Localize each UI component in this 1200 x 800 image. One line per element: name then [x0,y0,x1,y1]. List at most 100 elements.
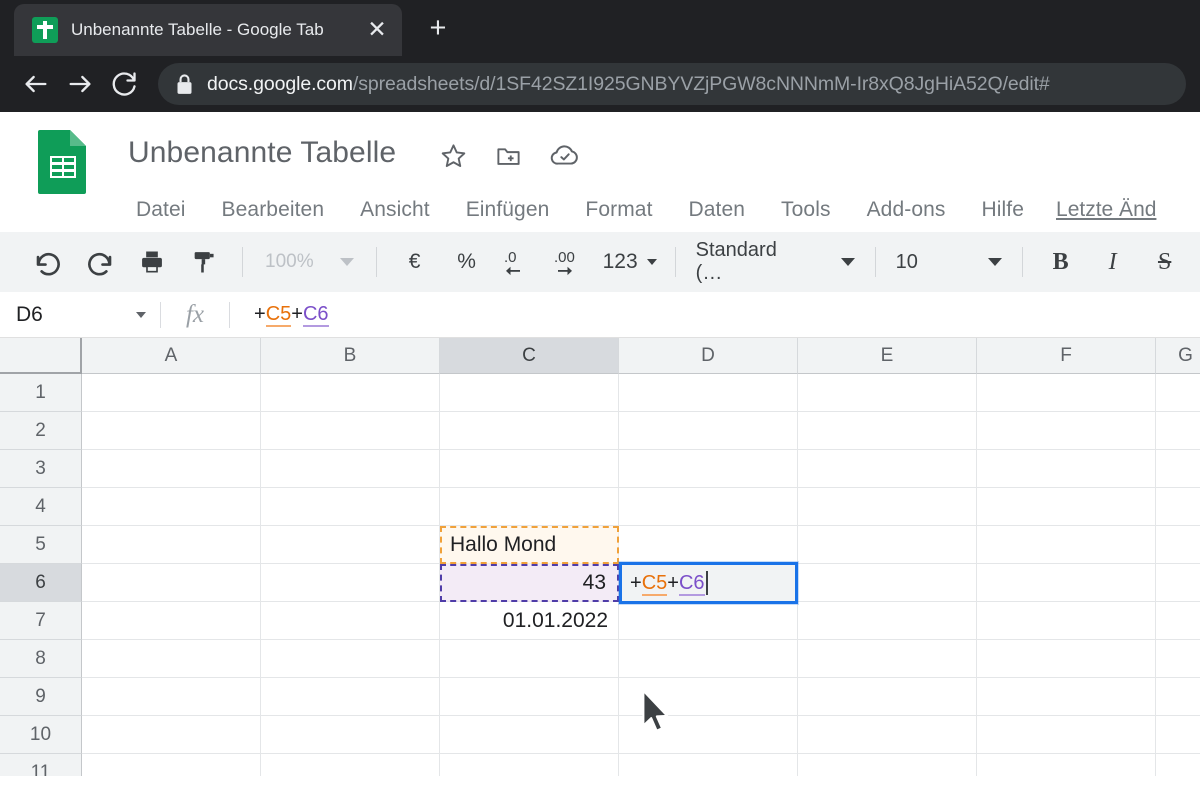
redo-icon[interactable] [74,239,126,285]
paint-format-icon[interactable] [178,239,230,285]
gridline [82,411,1200,412]
gridline [82,715,1200,716]
toolbar-divider [874,247,876,277]
cell-editor-text: +C5+C6 [630,571,705,596]
document-title[interactable]: Unbenannte Tabelle [128,136,396,170]
spreadsheet-grid[interactable]: A B C D E F G 1 2 3 4 5 6 7 8 9 10 11 Ha… [0,338,1200,776]
cell-token-op1: + [630,571,642,594]
menu-datei[interactable]: Datei [118,198,204,222]
font-size-value: 10 [895,250,918,273]
row-header-7[interactable]: 7 [0,602,82,640]
url-host: docs.google.com [207,72,353,95]
column-header-a[interactable]: A [82,338,261,374]
zoom-select[interactable]: 100% [255,251,364,273]
formula-token-op2: + [291,303,303,325]
currency-format-button[interactable]: € [389,239,441,285]
formula-token-op1: + [254,303,266,325]
font-family-value: Standard (… [695,239,777,284]
column-header-g[interactable]: G [1156,338,1200,374]
omnibar-row: docs.google.com/spreadsheets/d/1SF42SZ1I… [0,56,1200,112]
more-formats-button[interactable]: 123 [597,250,663,274]
google-sheets-logo-icon [36,128,90,196]
cell-token-ref-c6: C6 [678,571,705,596]
menu-hilfe[interactable]: Hilfe [964,198,1043,222]
menu-einfuegen[interactable]: Einfügen [448,198,568,222]
more-formats-label: 123 [602,250,638,273]
sheets-header: Unbenannte Tabelle Datei Bearbeiten Ansi… [0,112,1200,232]
column-header-d[interactable]: D [619,338,798,374]
font-family-select[interactable]: Standard (… [688,239,863,285]
star-icon[interactable] [440,142,467,169]
formula-input[interactable]: +C5+C6 [230,303,1200,327]
formula-bar: D6 fx +C5+C6 [0,292,1200,338]
browser-tab[interactable]: Unbenannte Tabelle - Google Tab ✕ [14,4,402,56]
tab-title: Unbenannte Tabelle - Google Tab [71,20,324,39]
undo-icon[interactable] [22,239,74,285]
row-header-2[interactable]: 2 [0,412,82,450]
back-arrow-icon[interactable] [14,62,58,106]
browser-chrome: Unbenannte Tabelle - Google Tab ✕ + docs… [0,0,1200,112]
sheets-favicon-icon [32,17,58,43]
cell-token-ref-c5: C5 [641,571,668,596]
column-header-f[interactable]: F [977,338,1156,374]
chevron-down-icon [339,258,354,266]
strikethrough-button[interactable]: S [1139,239,1191,285]
active-cell-d6[interactable]: +C5+C6 [619,562,798,604]
row-header-8[interactable]: 8 [0,640,82,678]
gridline [82,525,1200,526]
cell-c6[interactable]: 43 [444,564,612,602]
row-header-10[interactable]: 10 [0,716,82,754]
zoom-value: 100% [265,251,314,272]
lock-icon [176,73,193,95]
increase-decimal-button[interactable]: .00 [545,239,597,285]
row-header-1[interactable]: 1 [0,374,82,412]
bold-button[interactable]: B [1035,239,1087,285]
fx-icon: fx [185,300,205,328]
row-header-5[interactable]: 5 [0,526,82,564]
cell-c7[interactable]: 01.01.2022 [440,602,614,640]
formatting-toolbar: 100% € % .0 .00 123 Standard (… 10 B I S… [0,232,1200,292]
forward-arrow-icon[interactable] [58,62,102,106]
decrease-decimal-button[interactable]: .0 [493,239,545,285]
menu-ansicht[interactable]: Ansicht [342,198,448,222]
chevron-down-icon [840,258,855,266]
select-all-corner[interactable] [0,338,82,374]
new-tab-button[interactable]: + [420,11,456,47]
gridline [82,639,1200,640]
toolbar-divider [242,247,243,277]
italic-button[interactable]: I [1087,239,1139,285]
text-color-button[interactable]: A [1191,239,1200,285]
row-header-9[interactable]: 9 [0,678,82,716]
gridline [82,677,1200,678]
menu-bar: Datei Bearbeiten Ansicht Einfügen Format… [118,198,1156,222]
row-header-3[interactable]: 3 [0,450,82,488]
percent-format-button[interactable]: % [441,239,493,285]
name-box[interactable]: D6 [0,292,160,337]
menu-tools[interactable]: Tools [763,198,849,222]
last-edit-link[interactable]: Letzte Änd [1042,198,1156,222]
cloud-saved-icon[interactable] [550,142,580,169]
column-header-e[interactable]: E [798,338,977,374]
row-header-11[interactable]: 11 [0,754,82,776]
menu-bearbeiten[interactable]: Bearbeiten [204,198,343,222]
name-box-value: D6 [16,302,43,326]
url-path: /spreadsheets/d/1SF42SZ1I925GNBYVZjPGW8c… [352,72,1050,95]
column-header-c[interactable]: C [440,338,619,374]
cell-c5[interactable]: Hallo Mond [444,526,615,564]
tab-strip: Unbenannte Tabelle - Google Tab ✕ + [0,0,1200,56]
title-action-icons [440,142,580,169]
menu-addons[interactable]: Add-ons [849,198,964,222]
move-to-folder-icon[interactable] [495,142,522,169]
menu-daten[interactable]: Daten [671,198,764,222]
row-header-4[interactable]: 4 [0,488,82,526]
formula-token-ref-c5: C5 [265,303,292,327]
column-header-b[interactable]: B [261,338,440,374]
print-icon[interactable] [126,239,178,285]
font-size-select[interactable]: 10 [888,251,1010,274]
reload-icon[interactable] [102,62,146,106]
close-icon[interactable]: ✕ [362,15,392,45]
row-header-6[interactable]: 6 [0,564,82,602]
menu-format[interactable]: Format [567,198,670,222]
address-bar[interactable]: docs.google.com/spreadsheets/d/1SF42SZ1I… [158,63,1186,105]
toolbar-divider [375,247,377,277]
